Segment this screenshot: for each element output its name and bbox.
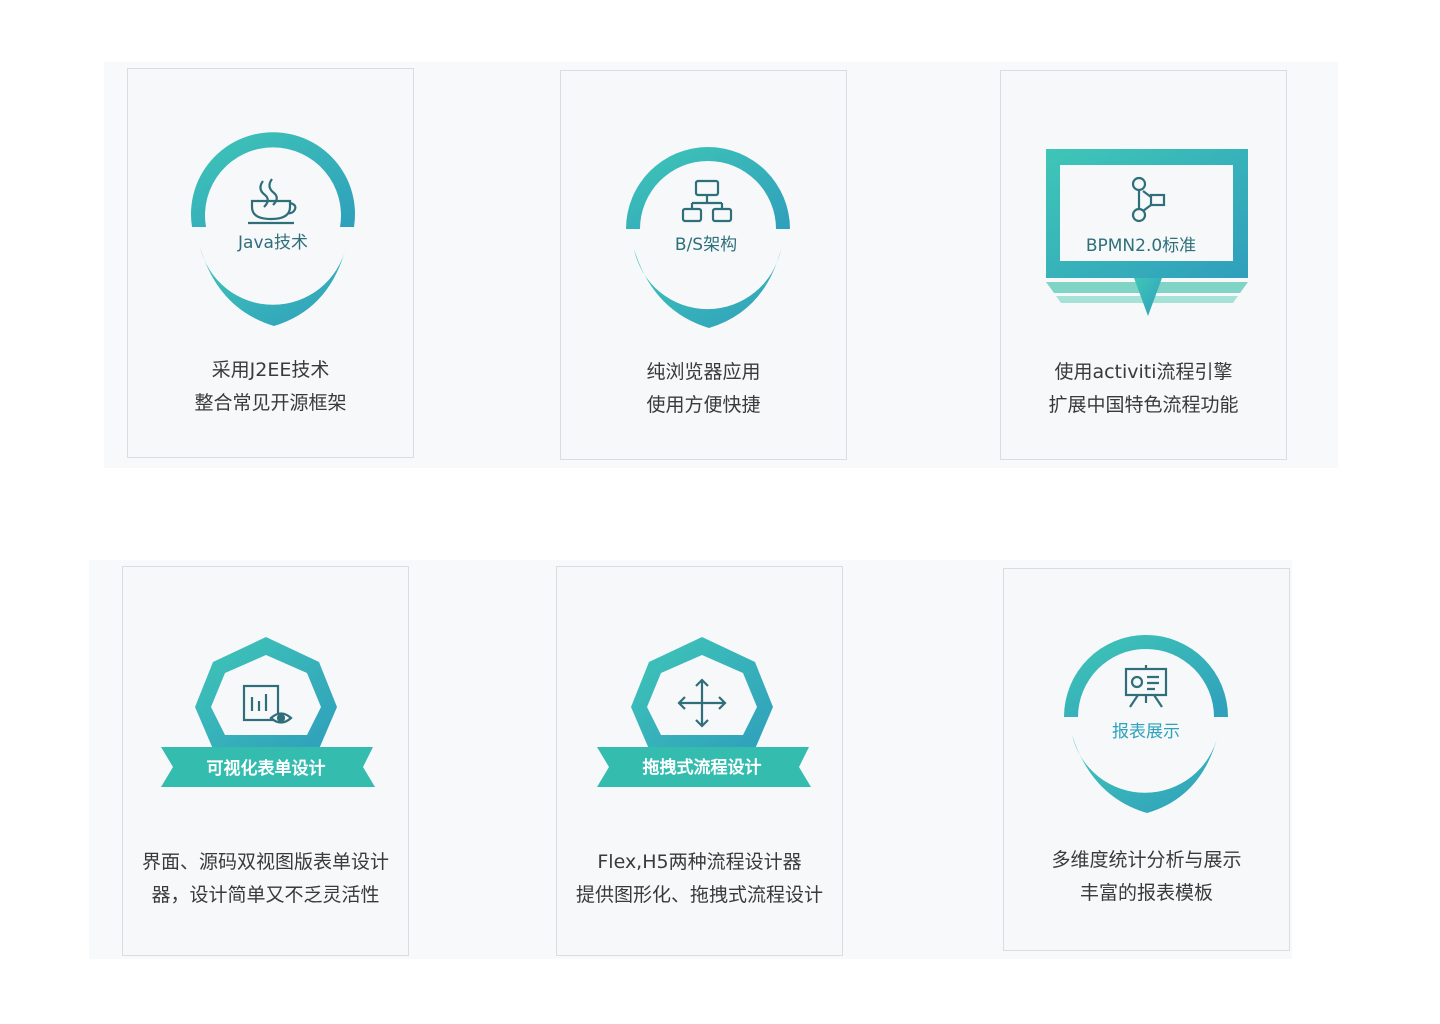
feature-description: 多维度统计分析与展示 丰富的报表模板 [1004,844,1289,910]
report-badge: 报表展示 [1004,569,1289,849]
feature-description: Flex,H5两种流程设计器 提供图形化、拖拽式流程设计 [557,846,842,912]
description-line-2: 丰富的报表模板 [1079,882,1213,904]
bpmn-badge: BPMN2.0标准 [1001,71,1286,351]
badge-label: 报表展示 [1112,722,1180,742]
feature-card-java: Java技术 采用J2EE技术 整合常见开源框架 [127,68,414,458]
description-line-1: 多维度统计分析与展示 [1051,849,1242,871]
description-line-2: 使用方便快捷 [646,394,761,416]
badge-label: 可视化表单设计 [207,758,326,779]
feature-description: 使用activiti流程引擎 扩展中国特色流程功能 [1001,356,1286,422]
java-badge: Java技术 [128,69,413,349]
feature-card-bpmn: BPMN2.0标准 使用activiti流程引擎 扩展中国特色流程功能 [1000,70,1287,460]
description-line-2: 整合常见开源框架 [194,392,347,414]
badge-label: Java技术 [237,233,308,253]
description-line-1: 纯浏览器应用 [646,361,761,383]
bs-badge: B/S架构 [561,71,846,351]
description-line-1: 界面、源码双视图版表单设计 [141,851,389,873]
badge-label: B/S架构 [675,235,737,255]
move-arrows-icon [677,678,727,728]
java-cup-icon [248,178,297,225]
description-line-2: 扩展中国特色流程功能 [1048,394,1239,416]
feature-description: 纯浏览器应用 使用方便快捷 [561,356,846,422]
feature-card-bs: B/S架构 纯浏览器应用 使用方便快捷 [560,70,847,460]
feature-card-report: 报表展示 多维度统计分析与展示 丰富的报表模板 [1003,568,1290,951]
description-line-1: 使用activiti流程引擎 [1054,361,1233,383]
feature-description: 界面、源码双视图版表单设计 器，设计简单又不乏灵活性 [123,846,408,912]
badge-label: BPMN2.0标准 [1086,236,1196,256]
feature-description: 采用J2EE技术 整合常见开源框架 [128,354,413,420]
drag-designer-badge: 拖拽式流程设计 [557,567,842,847]
description-line-2: 提供图形化、拖拽式流程设计 [575,884,823,906]
form-view-icon [242,684,293,724]
architecture-diagram-icon [681,179,733,223]
form-designer-badge: 可视化表单设计 [123,567,408,847]
feature-card-form-designer: 可视化表单设计 界面、源码双视图版表单设计 器，设计简单又不乏灵活性 [122,566,409,956]
presentation-board-icon [1124,665,1168,708]
workflow-nodes-icon [1131,176,1166,223]
description-line-1: 采用J2EE技术 [211,359,330,381]
feature-card-drag-designer: 拖拽式流程设计 Flex,H5两种流程设计器 提供图形化、拖拽式流程设计 [556,566,843,956]
description-line-1: Flex,H5两种流程设计器 [597,851,802,873]
description-line-2: 器，设计简单又不乏灵活性 [151,884,380,906]
badge-label: 拖拽式流程设计 [643,757,762,778]
